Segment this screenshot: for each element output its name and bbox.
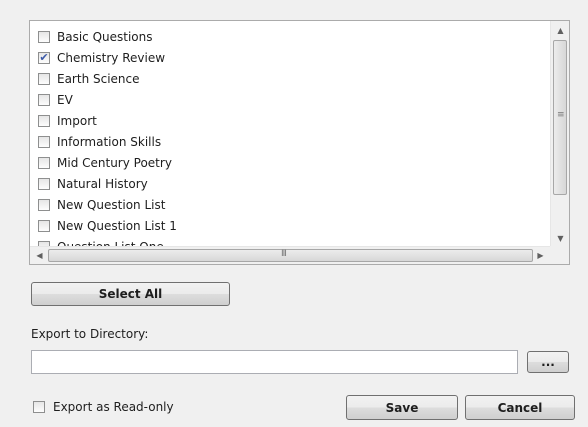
checkbox[interactable] [38, 72, 50, 85]
checkbox[interactable] [38, 198, 50, 211]
checkbox[interactable] [38, 30, 50, 43]
scroll-right-arrow-icon[interactable]: ▶ [531, 247, 550, 264]
question-list-box[interactable]: Basic Questions ✔ Chemistry Review Earth Sc… [29, 20, 570, 265]
checkbox[interactable] [38, 219, 50, 232]
export-directory-input[interactable] [31, 350, 518, 374]
browse-button[interactable]: ... [527, 351, 569, 373]
save-button[interactable]: Save [346, 395, 458, 420]
list-item-label: Information Skills [57, 134, 162, 149]
list-item-label: Chemistry Review [57, 50, 166, 65]
scrollbar-corner [550, 246, 569, 264]
vertical-scrollbar[interactable]: ▲ ≡ ▼ [550, 21, 569, 247]
list-item-label: Natural History [57, 176, 148, 191]
list-item[interactable]: Information Skills [38, 131, 161, 152]
list-item[interactable]: Import [38, 110, 97, 131]
grip-icon: III [281, 249, 287, 259]
vertical-scroll-thumb[interactable]: ≡ [553, 40, 567, 195]
question-list-items: Basic Questions ✔ Chemistry Review Earth Sc… [30, 21, 550, 247]
list-item[interactable]: EV [38, 89, 73, 110]
grip-icon: ≡ [557, 110, 565, 120]
scroll-left-arrow-icon[interactable]: ◀ [30, 247, 49, 264]
export-read-only-option[interactable]: Export as Read-only [33, 400, 174, 414]
list-item-label: Import [57, 113, 97, 128]
export-directory-label: Export to Directory: [31, 327, 149, 341]
list-item[interactable]: Earth Science [38, 68, 140, 89]
horizontal-scroll-thumb[interactable]: III [48, 249, 533, 262]
list-item-label: Basic Questions [57, 29, 153, 44]
list-item[interactable]: Mid Century Poetry [38, 152, 172, 173]
scroll-down-arrow-icon[interactable]: ▼ [551, 230, 570, 247]
list-item[interactable]: ✔ Chemistry Review [38, 47, 165, 68]
read-only-label: Export as Read-only [53, 400, 174, 414]
list-item[interactable]: New Question List [38, 194, 165, 215]
cancel-button[interactable]: Cancel [465, 395, 575, 420]
checkbox[interactable] [38, 93, 50, 106]
horizontal-scrollbar[interactable]: ◀ III ▶ [30, 246, 550, 264]
list-item-label: Earth Science [57, 71, 140, 86]
list-item-label: Mid Century Poetry [57, 155, 172, 170]
list-item[interactable]: Natural History [38, 173, 148, 194]
list-item-label: New Question List [57, 197, 166, 212]
checkbox[interactable] [38, 156, 50, 169]
checkbox[interactable] [38, 135, 50, 148]
read-only-checkbox[interactable] [33, 401, 45, 413]
list-item[interactable]: Basic Questions [38, 26, 153, 47]
list-item-label: EV [57, 92, 73, 107]
checkbox[interactable] [38, 114, 50, 127]
list-item-label: New Question List 1 [57, 218, 177, 233]
list-item[interactable]: New Question List 1 [38, 215, 177, 236]
checked-checkbox[interactable]: ✔ [38, 51, 50, 64]
checkbox[interactable] [38, 177, 50, 190]
select-all-button[interactable]: Select All [31, 282, 230, 306]
scroll-up-arrow-icon[interactable]: ▲ [551, 22, 570, 39]
